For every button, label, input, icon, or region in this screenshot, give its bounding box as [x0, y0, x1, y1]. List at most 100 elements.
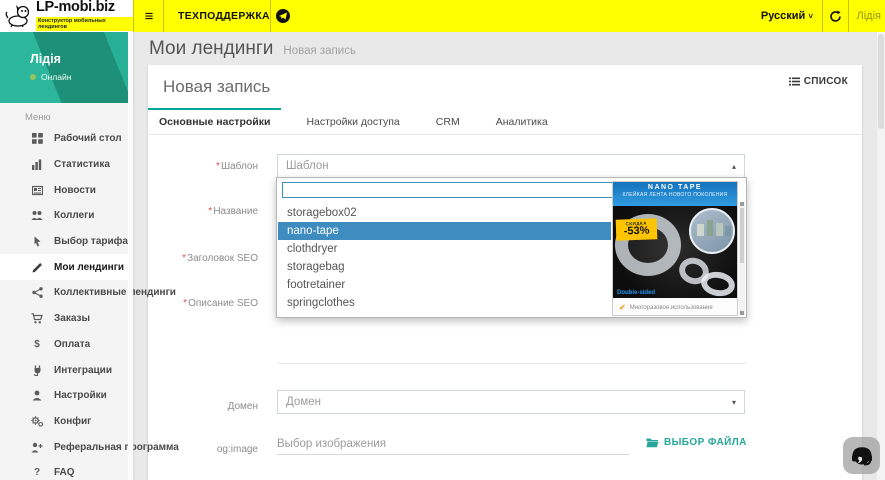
- sidebar: Лідія Онлайн Меню Рабочий стол Статистик…: [0, 32, 133, 480]
- topbar: LP-mobi.biz Конструктор мобильных лендин…: [0, 0, 885, 32]
- sidebar-item-label: Интеграции: [54, 365, 112, 376]
- logo[interactable]: LP-mobi.biz Конструктор мобильных лендин…: [0, 0, 133, 32]
- sidebar-item-config[interactable]: Конфиг: [0, 409, 133, 435]
- logo-title: LP-mobi.biz: [36, 0, 133, 15]
- sidebar-item-orders[interactable]: Заказы: [0, 306, 133, 332]
- sidebar-item-label: FAQ: [54, 467, 75, 478]
- domain-select-placeholder: Домен: [286, 396, 321, 408]
- card-title: Новая запись: [163, 77, 270, 97]
- choose-file-button[interactable]: ВЫБОР ФАЙЛА: [646, 437, 747, 448]
- template-select[interactable]: Шаблон ▴: [277, 154, 745, 178]
- record-card: Новая запись СПИСОК Основные настройки Н…: [148, 65, 862, 480]
- sidebar-item-collective-landings[interactable]: Коллективные лендинги: [0, 280, 133, 306]
- scroll-up-button[interactable]: [740, 202, 744, 206]
- language-dropdown[interactable]: Русский ˅: [761, 0, 813, 32]
- required-asterisk: *: [183, 298, 187, 309]
- sidebar-item-label: Рабочий стол: [54, 133, 122, 144]
- sidebar-item-label: Выбор тарифа: [54, 236, 128, 247]
- tab-bar: Основные настройки Настройки доступа CRM…: [148, 108, 862, 135]
- discount-badge: СКИДКА -53%: [616, 218, 658, 240]
- news-icon: [30, 185, 44, 196]
- chevron-up-icon: ▴: [732, 162, 736, 171]
- sidebar-item-news[interactable]: Новости: [0, 177, 133, 203]
- dropdown-scrollbar[interactable]: [739, 202, 745, 315]
- gears-icon: [30, 416, 44, 427]
- sidebar-item-tariff[interactable]: Выбор тарифа: [0, 229, 133, 255]
- page-header: Мои лендинги Новая запись: [149, 38, 356, 60]
- stats-icon: [30, 159, 44, 170]
- refresh-icon: [829, 10, 842, 23]
- seo-description-field-label: *Описание SEO: [148, 298, 258, 309]
- template-option[interactable]: clothdryer: [278, 240, 611, 258]
- tab-analytics[interactable]: Аналитика: [485, 108, 559, 134]
- sidebar-menu: Рабочий стол Статистика Новости Коллеги …: [0, 126, 133, 480]
- menu-section-label: Меню: [25, 112, 51, 123]
- sidebar-item-my-landings[interactable]: Мои лендинги: [0, 254, 133, 280]
- choose-file-label: ВЫБОР ФАЙЛА: [664, 437, 747, 448]
- user-name: Лідія: [30, 52, 133, 66]
- topbar-username[interactable]: Лідія: [857, 0, 881, 32]
- sidebar-item-payment[interactable]: $ Оплата: [0, 332, 133, 358]
- og-image-input[interactable]: [277, 433, 629, 455]
- headset-icon: [850, 444, 874, 468]
- preview-feature-label: Многоразовое использование: [630, 305, 713, 311]
- sidebar-item-label: Коллеги: [54, 210, 94, 221]
- support-chat-button[interactable]: [843, 437, 880, 474]
- question-icon: ?: [30, 467, 44, 478]
- sidebar-toggle-button[interactable]: ≡: [136, 0, 162, 32]
- person-icon: [30, 390, 44, 401]
- sidebar-item-referral[interactable]: Реферальная программа: [0, 434, 133, 460]
- sidebar-item-label: Статистика: [54, 159, 110, 170]
- tab-access-settings[interactable]: Настройки доступа: [295, 108, 410, 134]
- sidebar-item-faq[interactable]: ? FAQ: [0, 460, 133, 480]
- check-icon: ✔: [619, 303, 626, 312]
- sidebar-item-integrations[interactable]: Интеграции: [0, 357, 133, 383]
- sidebar-item-label: Конфиг: [54, 416, 91, 427]
- sidebar-item-settings[interactable]: Настройки: [0, 383, 133, 409]
- divider: [822, 0, 823, 32]
- colleagues-icon: [30, 210, 44, 221]
- tech-support-link[interactable]: ТЕХПОДДЕРЖКА: [178, 0, 290, 32]
- folder-icon: [646, 437, 659, 448]
- template-preview: NANO TAPE КЛЕЙКАЯ ЛЕНТА НОВОГО ПОКОЛЕНИЯ…: [612, 181, 738, 316]
- template-option[interactable]: storagebox02: [278, 204, 611, 222]
- refresh-button[interactable]: [824, 0, 846, 32]
- sidebar-item-colleagues[interactable]: Коллеги: [0, 203, 133, 229]
- sidebar-item-label: Настройки: [54, 390, 107, 401]
- list-icon: [789, 77, 800, 86]
- sidebar-item-statistics[interactable]: Статистика: [0, 152, 133, 178]
- sidebar-item-label: Оплата: [54, 339, 90, 350]
- template-option[interactable]: storagebag: [278, 258, 611, 276]
- template-field-label: *Шаблон: [148, 161, 258, 172]
- dollar-icon: $: [30, 339, 44, 350]
- online-status-label: Онлайн: [41, 72, 71, 82]
- sidebar-scrollbar[interactable]: [128, 32, 133, 480]
- tech-support-label: ТЕХПОДДЕРЖКА: [178, 10, 270, 22]
- sidebar-item-label: Коллективные лендинги: [54, 287, 176, 298]
- preview-header: NANO TAPE КЛЕЙКАЯ ЛЕНТА НОВОГО ПОКОЛЕНИЯ: [613, 182, 737, 206]
- divider: [163, 0, 164, 32]
- chevron-down-icon: ▾: [732, 398, 736, 407]
- pencil-icon: [30, 262, 44, 273]
- online-status-dot: [30, 74, 36, 80]
- tab-main-settings[interactable]: Основные настройки: [148, 108, 281, 134]
- template-option-selected[interactable]: nano-tape: [278, 222, 611, 240]
- main-content: Мои лендинги Новая запись Новая запись С…: [133, 32, 885, 480]
- page-scrollbar-thumb[interactable]: [878, 34, 884, 129]
- sidebar-item-desktop[interactable]: Рабочий стол: [0, 126, 133, 152]
- scroll-down-button[interactable]: [740, 311, 744, 315]
- tab-crm[interactable]: CRM: [425, 108, 471, 134]
- template-option-list: storagebox02 nano-tape clothdryer storag…: [278, 204, 611, 312]
- seo-description-input-underline: [277, 363, 747, 364]
- dropdown-scrollbar-thumb[interactable]: [740, 208, 744, 263]
- template-option[interactable]: footretainer: [278, 276, 611, 294]
- sidebar-item-label: Заказы: [54, 313, 90, 324]
- tape-strip-graphic: [699, 269, 737, 299]
- list-button[interactable]: СПИСОК: [789, 76, 848, 87]
- domain-select[interactable]: Домен ▾: [277, 390, 745, 414]
- discount-badge-value: -53%: [616, 225, 657, 237]
- page-scrollbar[interactable]: [877, 32, 885, 480]
- preview-caption: Double-sided: [617, 290, 655, 296]
- dog-logo-icon: [5, 4, 32, 28]
- template-option[interactable]: springclothes: [278, 294, 611, 312]
